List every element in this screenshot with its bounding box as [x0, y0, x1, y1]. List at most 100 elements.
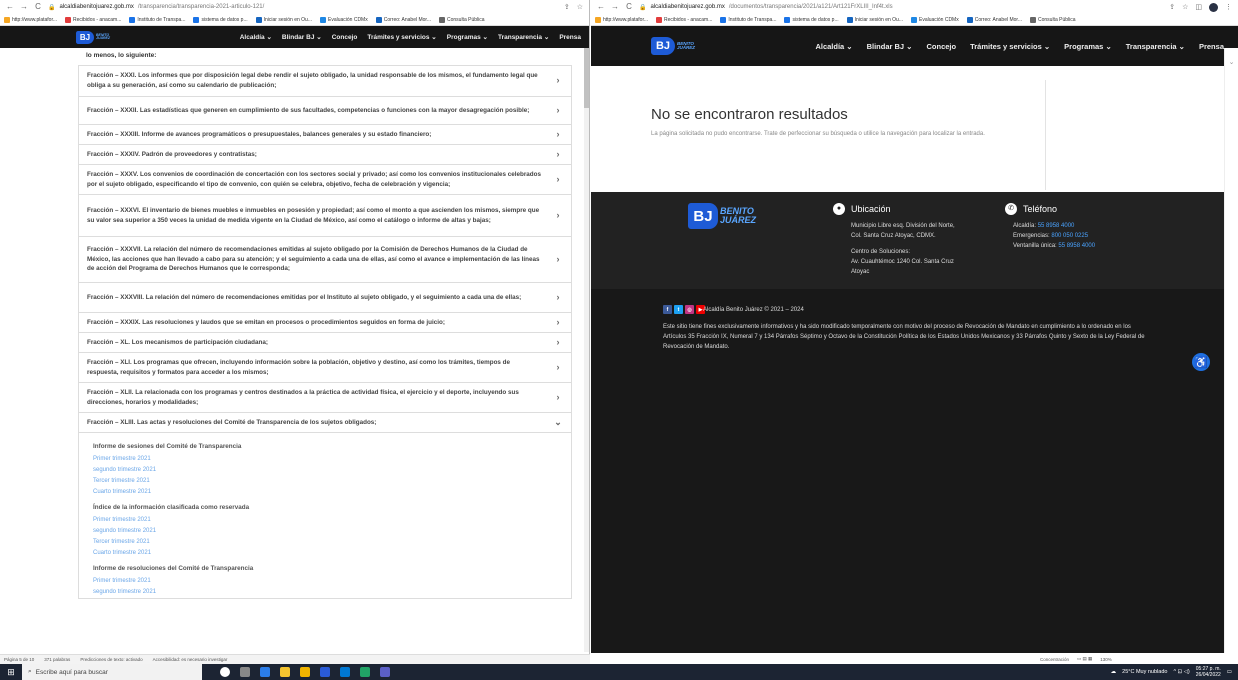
nav-item[interactable]: Prensa: [1199, 42, 1224, 51]
chevron-right-icon[interactable]: ›: [553, 336, 563, 350]
fraccion-row[interactable]: Fracción – XLII. La relacionada con los …: [78, 383, 572, 413]
bookmark-item[interactable]: Instituto de Transpa...: [720, 16, 776, 23]
outlook-icon[interactable]: [340, 667, 350, 677]
telefono-number[interactable]: 800 050 0225: [1051, 233, 1088, 239]
tray-icons[interactable]: ^ ⊡ ◁): [1173, 669, 1189, 675]
nav-item[interactable]: Prensa: [559, 34, 581, 41]
clock[interactable]: 05:27 p. m. 26/04/2022: [1196, 666, 1221, 678]
chevron-right-icon[interactable]: ›: [553, 253, 563, 267]
bookmark-item[interactable]: Recibidos - anacam...: [656, 16, 712, 23]
bookmark-item[interactable]: sistema de datos p...: [193, 16, 248, 23]
nav-item[interactable]: Concejo: [332, 34, 358, 41]
menu-kebab-icon[interactable]: ⋮: [1225, 3, 1232, 11]
fraccion-row[interactable]: Fracción – XXXV. Los convenios de coordi…: [78, 165, 572, 195]
fraccion-row[interactable]: Fracción – XXXIX. Las resoluciones y lau…: [78, 313, 572, 333]
fraccion-row[interactable]: Fracción – XXXIV. Padrón de proveedores …: [78, 145, 572, 165]
bookmark-item[interactable]: Iniciar sesión en Ou...: [255, 16, 312, 23]
bookmark-item[interactable]: Iniciar sesión en Ou...: [846, 16, 903, 23]
chrome-icon[interactable]: [280, 667, 290, 677]
telefono-number[interactable]: 55 8958 4000: [1038, 223, 1075, 229]
profile-avatar[interactable]: [1209, 2, 1218, 12]
bookmark-item[interactable]: Correo: Anabel Mor...: [966, 16, 1022, 23]
zoom-level[interactable]: 130%: [1100, 657, 1112, 662]
chevron-right-icon[interactable]: ›: [553, 148, 563, 162]
share-icon[interactable]: ⇪: [564, 3, 570, 11]
nav-item[interactable]: Blindar BJ ⌄: [282, 33, 322, 41]
trimestre-link[interactable]: segundo trimestre 2021: [93, 465, 563, 476]
share-icon[interactable]: ⇪: [1169, 3, 1175, 11]
facebook-icon[interactable]: f: [663, 305, 672, 314]
chevron-down-icon[interactable]: ⌄: [1225, 58, 1238, 66]
fraccion-row[interactable]: Fracción – XXXVIII. La relación del núme…: [78, 283, 572, 313]
nav-item[interactable]: Programas ⌄: [447, 33, 488, 41]
left-scrollbar[interactable]: [584, 48, 589, 652]
accessibility-status[interactable]: Accesibilidad: es necesario investigar: [153, 657, 228, 662]
instagram-icon[interactable]: ◎: [685, 305, 694, 314]
nav-item[interactable]: Programas ⌄: [1064, 42, 1112, 51]
site-logo[interactable]: BJ BENITO JUÁREZ: [76, 30, 110, 44]
bookmark-item[interactable]: Recibidos - anacam...: [65, 16, 121, 23]
fraccion-row[interactable]: Fracción – XLIII. Las actas y resolucion…: [78, 413, 572, 433]
bookmark-item[interactable]: http://www.platafor...: [595, 16, 648, 23]
nav-item[interactable]: Transparencia ⌄: [1126, 42, 1185, 51]
trimestre-link[interactable]: Primer trimestre 2021: [93, 576, 563, 587]
trimestre-link[interactable]: Primer trimestre 2021: [93, 515, 563, 526]
weather-text[interactable]: 25°C Muy nublado: [1122, 669, 1167, 675]
cortana-icon[interactable]: [220, 667, 230, 677]
bookmark-star-icon[interactable]: ☆: [577, 3, 583, 11]
right-scrollbar[interactable]: ⌄: [1224, 48, 1238, 653]
reload-icon[interactable]: C: [625, 0, 633, 14]
back-icon[interactable]: ←: [597, 0, 605, 14]
trimestre-link[interactable]: Cuarto trimestre 2021: [93, 487, 563, 498]
forward-icon[interactable]: →: [611, 0, 619, 14]
excel-icon[interactable]: [360, 667, 370, 677]
task-view-icon[interactable]: [240, 667, 250, 677]
trimestre-link[interactable]: segundo trimestre 2021: [93, 526, 563, 537]
accessibility-icon[interactable]: ♿: [1192, 353, 1210, 371]
back-icon[interactable]: ←: [6, 0, 14, 14]
fraccion-row[interactable]: Fracción – XXXI. Los informes que por di…: [78, 65, 572, 97]
chevron-right-icon[interactable]: ›: [553, 128, 563, 142]
trimestre-link[interactable]: Cuarto trimestre 2021: [93, 548, 563, 559]
teams-icon[interactable]: [380, 667, 390, 677]
twitter-icon[interactable]: t: [674, 305, 683, 314]
forward-icon[interactable]: →: [20, 0, 28, 14]
bookmark-item[interactable]: Evaluación CDMx: [319, 16, 368, 23]
nav-item[interactable]: Concejo: [926, 42, 956, 51]
chevron-down-icon[interactable]: ⌄: [553, 416, 563, 430]
bookmark-item[interactable]: Instituto de Transpa...: [129, 16, 185, 23]
file-explorer-icon[interactable]: [300, 667, 310, 677]
chevron-right-icon[interactable]: ›: [553, 209, 563, 223]
edge-icon[interactable]: [260, 667, 270, 677]
nav-item[interactable]: Alcaldía ⌄: [815, 42, 852, 51]
nav-item[interactable]: Alcaldía ⌄: [240, 33, 272, 41]
fraccion-row[interactable]: Fracción – XL. Los mecanismos de partici…: [78, 333, 572, 353]
nav-item[interactable]: Blindar BJ ⌄: [867, 42, 913, 51]
left-scrollbar-thumb[interactable]: [584, 48, 589, 108]
fraccion-row[interactable]: Fracción – XXXIII. Informe de avances pr…: [78, 125, 572, 145]
nav-item[interactable]: Transparencia ⌄: [498, 33, 549, 41]
bookmark-item[interactable]: Correo: Anabel Mor...: [375, 16, 431, 23]
view-icons[interactable]: ▭ ▤ ▦: [1077, 656, 1092, 662]
fraccion-row[interactable]: Fracción – XXXVI. El inventario de biene…: [78, 195, 572, 237]
nav-item[interactable]: Trámites y servicios ⌄: [367, 33, 436, 41]
telefono-number[interactable]: 55 8958 4000: [1058, 243, 1095, 249]
nav-item[interactable]: Trámites y servicios ⌄: [970, 42, 1050, 51]
text-predictions[interactable]: Predicciones de texto: activado: [80, 657, 142, 662]
bookmark-item[interactable]: Consulta Pública: [1029, 16, 1076, 23]
trimestre-link[interactable]: segundo trimestre 2021: [93, 587, 563, 598]
fraccion-row[interactable]: Fracción – XLI. Los programas que ofrece…: [78, 353, 572, 383]
bookmark-star-icon[interactable]: ☆: [1182, 3, 1188, 11]
chevron-right-icon[interactable]: ›: [553, 361, 563, 375]
reload-icon[interactable]: C: [34, 0, 42, 14]
bookmark-item[interactable]: http://www.platafor...: [4, 16, 57, 23]
bookmark-item[interactable]: Evaluación CDMx: [910, 16, 959, 23]
chevron-right-icon[interactable]: ›: [553, 316, 563, 330]
chevron-right-icon[interactable]: ›: [553, 173, 563, 187]
right-url-field[interactable]: 🔒 alcaldiabenitojuarez.gob.mx/documentos…: [639, 4, 1163, 11]
trimestre-link[interactable]: Primer trimestre 2021: [93, 454, 563, 465]
site-logo[interactable]: BJ BENITO JUÁREZ: [651, 37, 695, 55]
chevron-right-icon[interactable]: ›: [553, 391, 563, 405]
sidebar-icon[interactable]: ◫: [1195, 3, 1202, 11]
word-icon[interactable]: [320, 667, 330, 677]
